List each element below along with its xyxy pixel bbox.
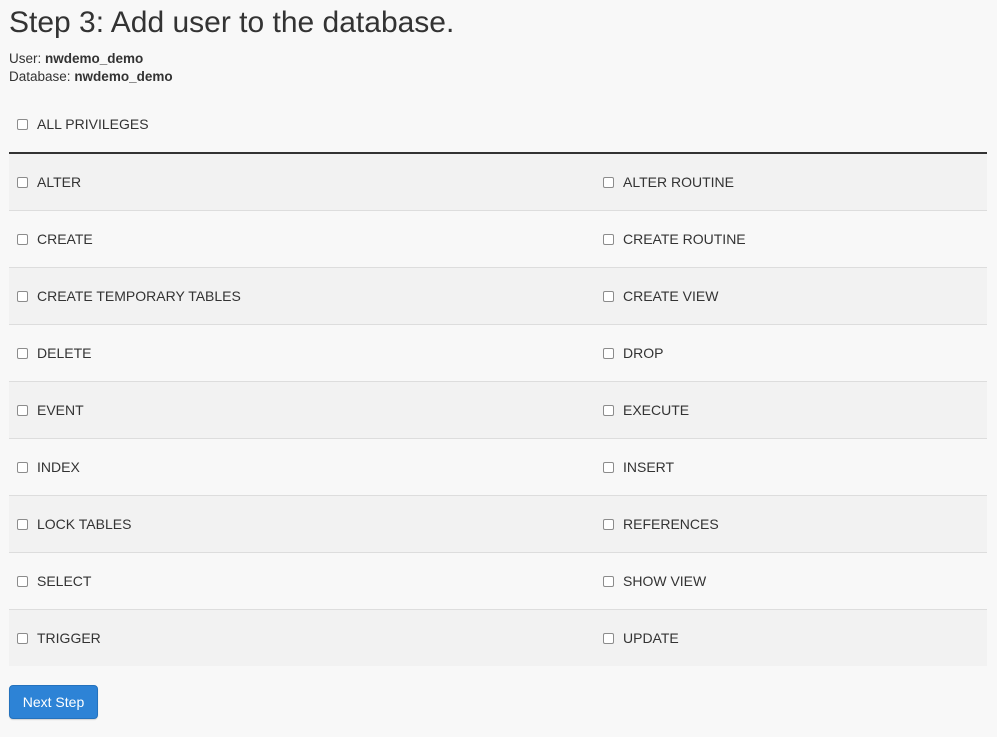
user-database-info: User: nwdemo_demo Database: nwdemo_demo [9,50,173,86]
privilege-checkbox-alter-routine[interactable] [603,176,614,188]
privilege-label: ALTER ROUTINE [623,174,734,190]
privilege-row: INDEX INSERT [9,439,987,496]
privilege-label: INSERT [623,459,675,475]
privilege-row: SELECT SHOW VIEW [9,553,987,610]
privilege-label: REFERENCES [623,516,719,532]
privilege-row: CREATE CREATE ROUTINE [9,211,987,268]
privilege-option-alter[interactable]: ALTER [9,154,595,210]
privilege-checkbox-insert[interactable] [603,461,614,473]
privilege-option-create-routine[interactable]: CREATE ROUTINE [595,211,987,267]
privilege-checkbox-select[interactable] [17,575,28,587]
privilege-option-execute[interactable]: EXECUTE [595,382,987,438]
user-value: nwdemo_demo [45,51,144,66]
privilege-checkbox-create-temporary-tables[interactable] [17,290,28,302]
privilege-option-create-view[interactable]: CREATE VIEW [595,268,987,324]
privilege-label: TRIGGER [37,630,101,646]
all-privileges-label: ALL PRIVILEGES [37,116,149,132]
privilege-label: SELECT [37,573,92,589]
privilege-option-drop[interactable]: DROP [595,325,987,381]
privilege-row: TRIGGER UPDATE [9,610,987,666]
all-privileges-checkbox[interactable] [17,118,28,130]
privilege-row: ALTER ALTER ROUTINE [9,154,987,211]
privilege-checkbox-event[interactable] [17,404,28,416]
privilege-checkbox-alter[interactable] [17,176,28,188]
privilege-checkbox-create-view[interactable] [603,290,614,302]
privilege-row: EVENT EXECUTE [9,382,987,439]
privilege-checkbox-drop[interactable] [603,347,614,359]
privilege-label: UPDATE [623,630,679,646]
privilege-label: SHOW VIEW [623,573,707,589]
privilege-label: CREATE [37,231,93,247]
privilege-option-trigger[interactable]: TRIGGER [9,610,595,666]
privilege-checkbox-execute[interactable] [603,404,614,416]
privilege-label: ALTER [37,174,82,190]
privilege-checkbox-references[interactable] [603,518,614,530]
next-step-button[interactable]: Next Step [9,685,98,719]
privilege-checkbox-lock-tables[interactable] [17,518,28,530]
privilege-label: INDEX [37,459,80,475]
privilege-checkbox-index[interactable] [17,461,28,473]
user-line: User: nwdemo_demo [9,50,173,68]
page-title: Step 3: Add user to the database. [9,6,455,39]
privilege-option-create-temporary-tables[interactable]: CREATE TEMPORARY TABLES [9,268,595,324]
privilege-option-lock-tables[interactable]: LOCK TABLES [9,496,595,552]
privilege-checkbox-show-view[interactable] [603,575,614,587]
privilege-label: EVENT [37,402,84,418]
privilege-label: EXECUTE [623,402,690,418]
privilege-option-references[interactable]: REFERENCES [595,496,987,552]
privilege-option-show-view[interactable]: SHOW VIEW [595,553,987,609]
privilege-label: LOCK TABLES [37,516,132,532]
privilege-row: LOCK TABLES REFERENCES [9,496,987,553]
privilege-checkbox-trigger[interactable] [17,632,28,644]
privilege-option-select[interactable]: SELECT [9,553,595,609]
privilege-option-update[interactable]: UPDATE [595,610,987,666]
privilege-option-index[interactable]: INDEX [9,439,595,495]
all-privileges-option[interactable]: ALL PRIVILEGES [9,114,309,134]
privilege-option-create[interactable]: CREATE [9,211,595,267]
privilege-option-insert[interactable]: INSERT [595,439,987,495]
add-user-to-database-page: Step 3: Add user to the database. User: … [0,0,997,737]
privilege-label: DROP [623,345,664,361]
database-value: nwdemo_demo [74,69,173,84]
privilege-label: CREATE VIEW [623,288,719,304]
privilege-row: CREATE TEMPORARY TABLES CREATE VIEW [9,268,987,325]
privilege-row: DELETE DROP [9,325,987,382]
privilege-checkbox-create-routine[interactable] [603,233,614,245]
privilege-checkbox-create[interactable] [17,233,28,245]
privileges-table: ALTER ALTER ROUTINE CREATE CREATE ROUTINE CR… [9,152,987,666]
privilege-checkbox-delete[interactable] [17,347,28,359]
privilege-label: CREATE ROUTINE [623,231,746,247]
privilege-checkbox-update[interactable] [603,632,614,644]
privilege-label: DELETE [37,345,92,361]
privilege-label: CREATE TEMPORARY TABLES [37,288,241,304]
privilege-option-delete[interactable]: DELETE [9,325,595,381]
privilege-option-event[interactable]: EVENT [9,382,595,438]
user-label: User: [9,51,42,66]
database-label: Database: [9,69,71,84]
database-line: Database: nwdemo_demo [9,68,173,86]
privilege-option-alter-routine[interactable]: ALTER ROUTINE [595,154,987,210]
